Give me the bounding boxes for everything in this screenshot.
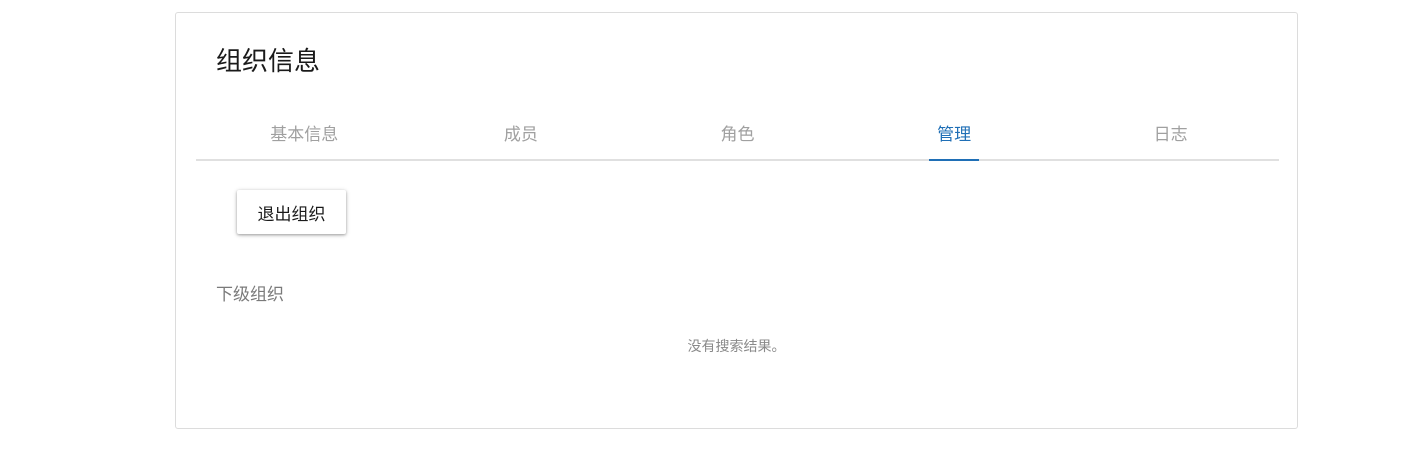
tab-bar: 基本信息 成员 角色 管理 日志 <box>196 117 1279 161</box>
empty-results-message: 没有搜索结果。 <box>687 339 786 355</box>
tab-manage[interactable]: 管理 <box>846 117 1063 161</box>
tab-roles[interactable]: 角色 <box>629 117 846 159</box>
tab-basic-info[interactable]: 基本信息 <box>196 117 413 159</box>
tab-label: 成员 <box>503 125 538 145</box>
sub-organizations-heading: 下级组织 <box>216 285 284 305</box>
tab-label: 管理 <box>929 117 980 161</box>
tab-label: 日志 <box>1153 125 1188 145</box>
page-title: 组织信息 <box>216 47 321 77</box>
tab-logs[interactable]: 日志 <box>1062 117 1279 159</box>
leave-organization-button[interactable]: 退出组织 <box>237 190 346 234</box>
tab-label: 角色 <box>720 125 755 145</box>
tab-label: 基本信息 <box>270 125 339 145</box>
org-info-card: 组织信息 基本信息 成员 角色 管理 日志 退出组织 下级组织 没有搜索结果。 <box>175 12 1298 429</box>
tab-members[interactable]: 成员 <box>413 117 630 159</box>
